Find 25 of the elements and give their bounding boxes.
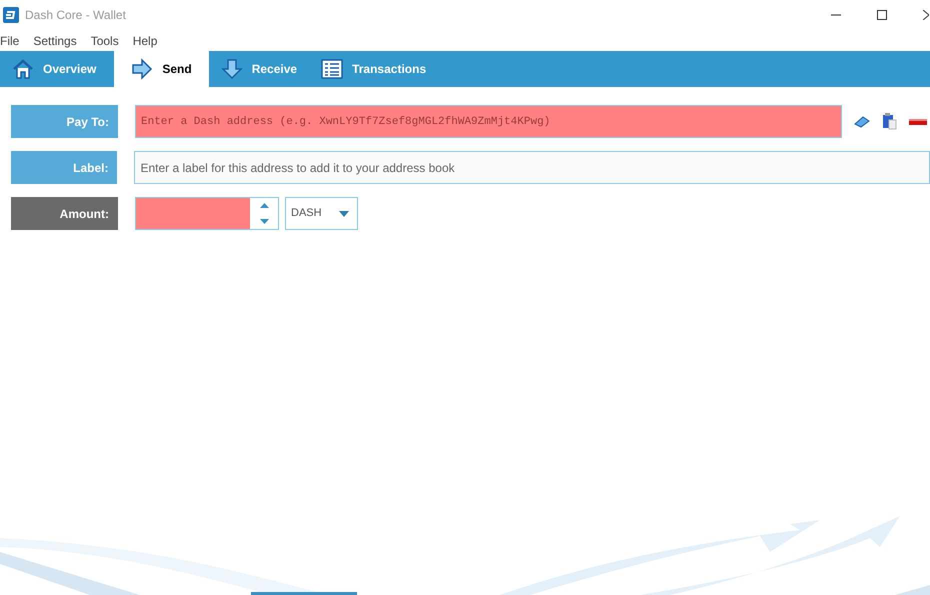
menu-item[interactable]: Help (132, 32, 158, 50)
address-field[interactable]: Enter a Dash address (e.g. XwnLY9Tf7Zsef8gMGL2fhWA9ZmMjt4KPwg) (135, 105, 842, 138)
remove-icon[interactable] (909, 118, 927, 124)
menu-item[interactable]: Settings (33, 32, 77, 50)
menu-item[interactable]: Tools (90, 32, 119, 50)
close-icon[interactable] (923, 10, 929, 20)
nav-tab[interactable]: Send (114, 51, 209, 87)
arrow-down-icon (220, 58, 243, 80)
maximize-icon[interactable] (877, 10, 887, 20)
field-label: Amount: (11, 197, 118, 230)
unit-dropdown[interactable]: DASH (285, 197, 358, 230)
address-book-icon[interactable] (854, 116, 870, 128)
field-label: Label: (11, 151, 118, 184)
decrement-arrow-icon[interactable] (260, 218, 268, 224)
arrow-right-icon (131, 58, 154, 80)
list-icon (321, 58, 344, 80)
menu-item[interactable]: File (0, 32, 20, 50)
dropdown-caret-icon (339, 210, 349, 216)
label-field[interactable]: Enter a label for this address to add it to your address book (134, 151, 930, 184)
app-logo-icon (3, 7, 19, 23)
window-title: Dash Core - Wallet (25, 7, 126, 24)
increment-arrow-icon[interactable] (260, 203, 268, 208)
paste-icon[interactable] (882, 113, 897, 130)
home-icon (12, 58, 34, 80)
field-label: Pay To: (11, 105, 118, 138)
